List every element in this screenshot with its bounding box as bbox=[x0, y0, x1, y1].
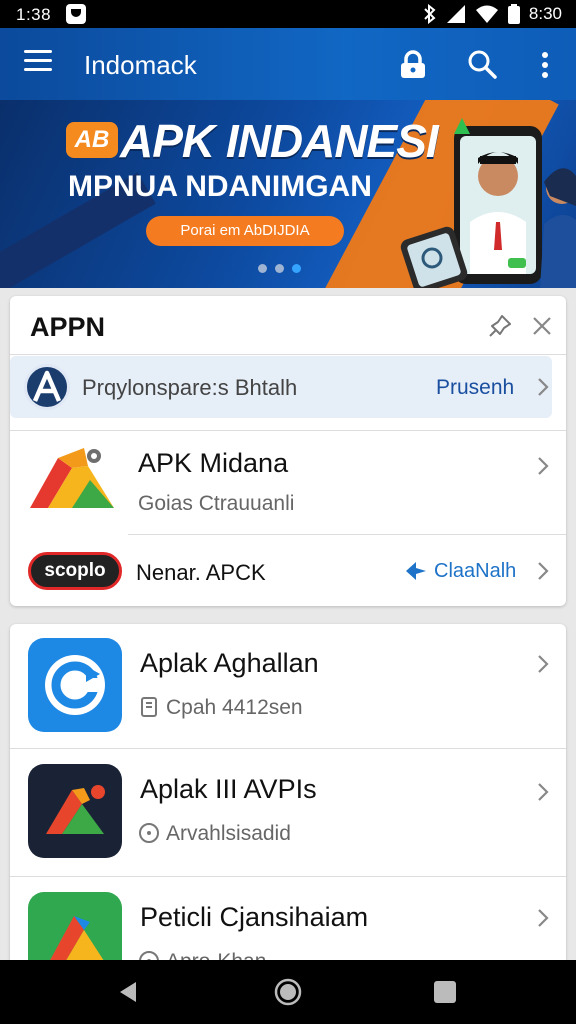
promo-text: Nenar. APCK bbox=[136, 560, 266, 585]
app-title: Peticli Cjansihaiam bbox=[140, 902, 369, 932]
app-icon bbox=[28, 638, 122, 732]
chevron-right-icon bbox=[538, 655, 549, 673]
triangle-logo-icon bbox=[46, 785, 105, 834]
banner-illustration bbox=[400, 118, 576, 288]
chevron-right-icon bbox=[538, 562, 549, 580]
back-icon[interactable] bbox=[116, 980, 140, 1004]
phone-icon bbox=[141, 697, 157, 717]
featured-app-subtitle: Goias Ctrauuanli bbox=[138, 492, 295, 515]
promo-row[interactable]: scoplo Nenar. APCK ClaaNalh bbox=[10, 542, 566, 602]
section-header: APPN bbox=[10, 296, 566, 354]
notification-icon bbox=[66, 4, 86, 24]
banner-title: APK INDANESI bbox=[120, 115, 439, 167]
status-bar: 1:38 8:30 bbox=[0, 0, 576, 28]
highlight-row[interactable]: Prqylonspare:s Bhtalh Prusenh bbox=[10, 356, 552, 418]
recent-apps-icon[interactable] bbox=[434, 981, 456, 1003]
featured-section-card: APPN Prqylonspare:s Bhtalh Prusenh APK M… bbox=[10, 296, 566, 606]
status-icons: 8:30 bbox=[423, 3, 562, 25]
section-title: APPN bbox=[30, 312, 106, 342]
featured-app-title: APK Midana bbox=[138, 448, 289, 478]
list-item[interactable]: Aplak Aghallan Cpah 4412sen bbox=[10, 624, 566, 748]
divider bbox=[10, 354, 566, 355]
app-meta: Cpah 4412sen bbox=[166, 696, 303, 719]
bluetooth-icon bbox=[424, 4, 436, 24]
promo-action-link[interactable]: ClaaNalh bbox=[434, 560, 516, 583]
app-letter-icon bbox=[24, 364, 70, 410]
app-title: Aplak Aghallan bbox=[140, 648, 319, 678]
highlight-action-link[interactable]: Prusenh bbox=[436, 376, 514, 400]
app-list-card: Aplak Aghallan Cpah 4412sen Aplak III AV… bbox=[10, 624, 566, 964]
pin-icon[interactable] bbox=[486, 312, 514, 340]
app-bar: Indomack bbox=[0, 28, 576, 100]
battery-icon bbox=[507, 4, 520, 24]
list-item[interactable]: Aplak III AVPIs Arvahlsisadid bbox=[10, 750, 566, 874]
featured-app-row[interactable]: APK Midana Goias Ctrauuanli bbox=[10, 432, 566, 532]
play-icon bbox=[406, 562, 426, 580]
apk-logo-icon bbox=[30, 448, 114, 508]
highlight-text: Prqylonspare:s Bhtalh bbox=[82, 375, 298, 400]
divider bbox=[10, 430, 566, 431]
banner-logo: AB bbox=[66, 122, 118, 158]
page-dot-active[interactable] bbox=[292, 264, 301, 273]
banner-cta-button[interactable]: Porai em AbDIJDIA bbox=[146, 216, 344, 246]
banner-pagination[interactable] bbox=[258, 264, 301, 273]
home-icon[interactable] bbox=[274, 978, 302, 1006]
system-nav-bar bbox=[0, 960, 576, 1024]
page-dot[interactable] bbox=[275, 264, 284, 273]
close-icon[interactable] bbox=[530, 314, 554, 338]
status-time: 1:38 bbox=[16, 5, 52, 24]
chevron-right-icon bbox=[538, 783, 549, 801]
status-clock: 8:30 bbox=[528, 4, 562, 23]
more-options-icon[interactable] bbox=[532, 50, 558, 80]
app-title: Aplak III AVPIs bbox=[140, 774, 317, 804]
page-dot[interactable] bbox=[258, 264, 267, 273]
search-icon[interactable] bbox=[466, 48, 498, 80]
chevron-right-icon bbox=[538, 909, 549, 927]
app-meta: Arvahlsisadid bbox=[166, 822, 291, 845]
sync-icon bbox=[45, 655, 105, 715]
banner-subtitle: MPNUA NDANIMGAN bbox=[68, 170, 372, 203]
signal-icon bbox=[446, 5, 465, 23]
promo-banner[interactable]: APK INDANESI AB MPNUA NDANIMGAN Porai em… bbox=[0, 100, 576, 288]
letter-a-icon bbox=[32, 370, 62, 402]
chevron-right-icon bbox=[538, 378, 549, 396]
divider bbox=[10, 876, 566, 877]
clock-icon bbox=[139, 823, 159, 843]
chevron-right-icon bbox=[538, 457, 549, 475]
app-icon bbox=[28, 764, 122, 858]
divider bbox=[128, 534, 566, 535]
wifi-icon bbox=[475, 5, 498, 23]
promo-badge: scoplo bbox=[28, 552, 122, 590]
app-icon bbox=[28, 892, 122, 964]
lock-icon[interactable] bbox=[398, 50, 428, 80]
list-item[interactable]: Peticli Cjansihaiam Apro-Khan bbox=[10, 878, 566, 964]
menu-icon[interactable] bbox=[24, 50, 52, 78]
divider bbox=[10, 748, 566, 749]
app-title: Indomack bbox=[84, 50, 197, 80]
triangle-logo-icon bbox=[48, 916, 106, 964]
